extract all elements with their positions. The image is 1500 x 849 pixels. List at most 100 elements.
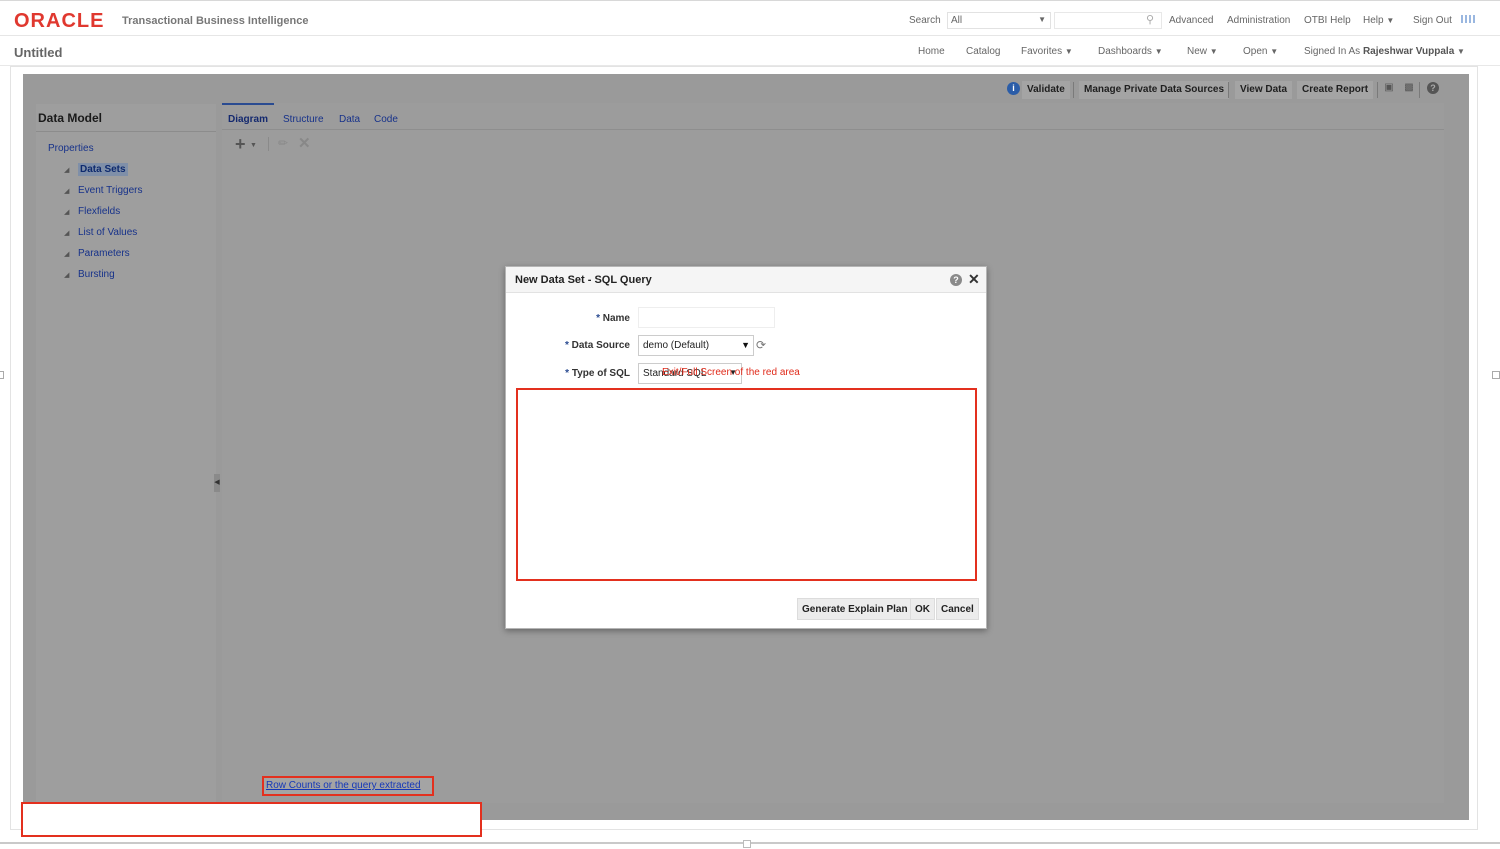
required-mark: * bbox=[564, 340, 569, 351]
oracle-logo: ORACLE bbox=[14, 10, 105, 32]
collapse-panel-handle[interactable]: ◀ bbox=[214, 474, 220, 492]
delete-icon[interactable]: ✕ bbox=[298, 134, 311, 152]
tab-bar: Diagram Structure Data Code bbox=[222, 103, 1444, 130]
expand-icon: ◢ bbox=[64, 272, 70, 279]
resize-handle[interactable] bbox=[1492, 371, 1500, 379]
search-icon[interactable]: ⚲ bbox=[1146, 13, 1154, 26]
otbi-help-link[interactable]: OTBI Help bbox=[1304, 15, 1351, 26]
add-data-set-icon[interactable]: + bbox=[235, 134, 246, 155]
search-scope-select[interactable]: All ▼ bbox=[947, 12, 1051, 29]
help-icon[interactable]: ? bbox=[1427, 82, 1439, 94]
resize-handle[interactable] bbox=[0, 371, 4, 379]
data-source-label-text: Data Source bbox=[571, 340, 630, 351]
tree-item-event-triggers[interactable]: ◢ Event Triggers bbox=[64, 185, 142, 196]
resize-handle[interactable] bbox=[743, 840, 751, 848]
close-icon[interactable]: ✕ bbox=[968, 271, 980, 288]
help-menu-label: Help bbox=[1363, 15, 1384, 26]
required-mark: * bbox=[596, 313, 600, 324]
nav-new[interactable]: New ▼ bbox=[1187, 46, 1218, 57]
menu-icon[interactable] bbox=[1461, 15, 1475, 23]
signed-in-label: Signed In As bbox=[1304, 46, 1361, 57]
advanced-link[interactable]: Advanced bbox=[1169, 15, 1213, 26]
chevron-down-icon: ▼ bbox=[1064, 47, 1073, 56]
dialog-header: New Data Set - SQL Query ? ✕ bbox=[506, 267, 986, 293]
view-data-button[interactable]: View Data bbox=[1235, 81, 1293, 99]
help-icon[interactable]: ? bbox=[950, 274, 962, 286]
info-icon: i bbox=[1007, 82, 1020, 95]
tab-diagram[interactable]: Diagram bbox=[228, 114, 268, 125]
red-area-annotation: Exit/Full Screen of the red area bbox=[662, 367, 800, 378]
tab-code[interactable]: Code bbox=[374, 114, 398, 125]
nav-dashboards[interactable]: Dashboards ▼ bbox=[1098, 46, 1163, 57]
nav-favorites-label: Favorites bbox=[1021, 46, 1063, 57]
global-nav-bar: Untitled Home Catalog Favorites ▼ Dashbo… bbox=[0, 36, 1500, 66]
generate-explain-plan-button[interactable]: Generate Explain Plan bbox=[797, 598, 913, 620]
expand-icon: ◢ bbox=[64, 209, 70, 216]
sign-out-link[interactable]: Sign Out bbox=[1413, 15, 1452, 26]
tab-data[interactable]: Data bbox=[339, 114, 360, 125]
name-label: * Name bbox=[596, 313, 630, 324]
tree-item-label: Data Sets bbox=[78, 163, 128, 176]
data-model-panel: Data Model Properties ◢ Data Sets ◢ Event … bbox=[36, 104, 216, 802]
data-model-title: Data Model bbox=[38, 111, 103, 125]
top-header: ORACLE Transactional Business Intelligen… bbox=[0, 0, 1500, 36]
nav-open[interactable]: Open ▼ bbox=[1243, 46, 1278, 57]
tree-item-flexfields[interactable]: ◢ Flexfields bbox=[64, 206, 120, 217]
properties-link[interactable]: Properties bbox=[48, 143, 94, 154]
type-of-sql-label-text: Type of SQL bbox=[571, 368, 630, 379]
signed-in-as[interactable]: Signed In As Rajeshwar Vuppala ▼ bbox=[1304, 46, 1465, 57]
row-counts-link[interactable]: Row Counts or the query extracted bbox=[266, 780, 421, 791]
tree-item-label: Bursting bbox=[78, 269, 115, 280]
search-scope-value: All bbox=[951, 15, 963, 26]
ok-button[interactable]: OK bbox=[910, 598, 935, 620]
nav-catalog[interactable]: Catalog bbox=[966, 46, 1000, 57]
tab-structure[interactable]: Structure bbox=[283, 114, 324, 125]
chevron-down-icon[interactable]: ▼ bbox=[250, 142, 257, 149]
dialog-title: New Data Set - SQL Query bbox=[515, 274, 652, 286]
create-report-button[interactable]: Create Report bbox=[1297, 81, 1374, 99]
data-source-select[interactable]: demo (Default) ▼ bbox=[638, 335, 754, 356]
required-mark: * bbox=[565, 368, 570, 379]
new-data-set-dialog: New Data Set - SQL Query ? ✕ * Name * Da… bbox=[505, 266, 987, 629]
highlight-box bbox=[21, 802, 482, 837]
tree-item-label: Parameters bbox=[78, 248, 130, 259]
divider bbox=[36, 131, 216, 132]
chevron-down-icon: ▼ bbox=[741, 340, 750, 350]
product-name: Transactional Business Intelligence bbox=[122, 15, 309, 27]
chevron-down-icon: ▼ bbox=[1038, 15, 1046, 24]
edit-icon[interactable]: ✏ bbox=[278, 136, 288, 150]
nav-favorites[interactable]: Favorites ▼ bbox=[1021, 46, 1073, 57]
help-menu[interactable]: Help ▼ bbox=[1363, 15, 1394, 26]
name-input[interactable] bbox=[638, 307, 775, 328]
refresh-icon[interactable]: ⟳ bbox=[756, 338, 766, 352]
toolbar-divider bbox=[1419, 82, 1420, 98]
expand-icon: ◢ bbox=[64, 167, 70, 174]
toolbar-divider bbox=[268, 137, 269, 151]
tree-item-label: List of Values bbox=[78, 227, 138, 238]
tree-item-parameters[interactable]: ◢ Parameters bbox=[64, 248, 130, 259]
row-counts-annotation-box: Row Counts or the query extracted bbox=[262, 776, 434, 796]
toolbar-divider bbox=[1228, 82, 1229, 98]
chevron-down-icon: ▼ bbox=[1270, 47, 1279, 56]
nav-home[interactable]: Home bbox=[918, 46, 945, 57]
tree-item-bursting[interactable]: ◢ Bursting bbox=[64, 269, 115, 280]
tree-item-list-of-values[interactable]: ◢ List of Values bbox=[64, 227, 137, 238]
chevron-down-icon: ▼ bbox=[1386, 16, 1395, 25]
manage-private-data-sources-button[interactable]: Manage Private Data Sources bbox=[1079, 81, 1230, 99]
save-as-icon[interactable]: ▩ bbox=[1403, 82, 1415, 94]
save-icon[interactable]: ▣ bbox=[1383, 82, 1395, 94]
tree-item-label: Event Triggers bbox=[78, 185, 143, 196]
user-name: Rajeshwar Vuppala bbox=[1362, 46, 1455, 57]
tree-item-data-sets[interactable]: ◢ Data Sets bbox=[64, 163, 128, 176]
sql-query-editor[interactable] bbox=[516, 388, 977, 581]
toolbar-divider bbox=[1073, 82, 1074, 98]
administration-link[interactable]: Administration bbox=[1227, 15, 1290, 26]
validate-button[interactable]: Validate bbox=[1022, 81, 1070, 99]
chevron-down-icon: ▼ bbox=[1154, 47, 1163, 56]
expand-icon: ◢ bbox=[64, 251, 70, 258]
cancel-button[interactable]: Cancel bbox=[936, 598, 979, 620]
nav-open-label: Open bbox=[1243, 46, 1268, 57]
data-source-value: demo (Default) bbox=[643, 340, 710, 351]
editor-toolbar: i Validate Manage Private Data Sources V… bbox=[23, 74, 1469, 104]
active-tab-indicator bbox=[222, 103, 274, 105]
